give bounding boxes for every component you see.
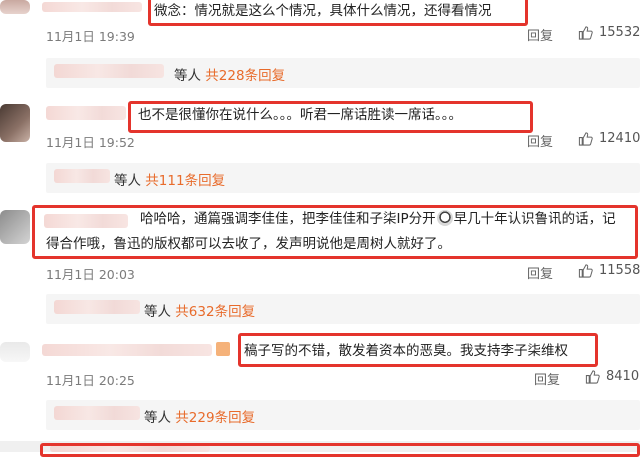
like-button[interactable]: 11558 [578, 263, 640, 278]
like-count: 8410 [606, 369, 640, 384]
comment-time: 11月1日 19:39 [46, 29, 135, 44]
reply-button[interactable]: 回复 [527, 131, 553, 150]
reply-count-link[interactable]: 共632条回复 [175, 304, 255, 320]
like-button[interactable]: 12410 [578, 131, 640, 146]
sub-reply-prefix: 等人 [174, 68, 206, 84]
sub-reply-prefix: 等人 [144, 304, 176, 320]
like-button[interactable]: 15532 [578, 25, 640, 40]
like-count: 12410 [599, 131, 640, 146]
avatar[interactable] [0, 210, 30, 244]
sub-reply-summary[interactable]: 等人 共632条回复 [144, 300, 255, 320]
thumbs-up-icon [578, 26, 593, 40]
highlight-box [32, 205, 638, 259]
sub-reply-summary[interactable]: 等人 共228条回复 [174, 64, 285, 84]
username-blurred[interactable] [42, 344, 212, 356]
highlight-box [40, 443, 640, 457]
thumbs-up-icon [578, 264, 593, 278]
comment-time: 11月1日 20:03 [46, 267, 135, 282]
reply-button[interactable]: 回复 [527, 25, 553, 44]
avatar[interactable] [0, 104, 30, 142]
username-blurred[interactable] [46, 106, 126, 120]
like-count: 15532 [599, 25, 640, 40]
reply-button[interactable]: 回复 [534, 369, 560, 388]
avatar[interactable] [0, 342, 30, 362]
like-count: 11558 [599, 263, 640, 278]
thumbs-up-icon [578, 132, 593, 146]
reply-count-link[interactable]: 共111条回复 [145, 173, 225, 189]
username-blurred[interactable] [54, 406, 140, 420]
sub-reply-summary[interactable]: 等人 共229条回复 [144, 406, 255, 426]
reply-count-link[interactable]: 共229条回复 [175, 410, 255, 426]
like-button[interactable]: 8410 [585, 369, 639, 384]
sub-reply-summary[interactable]: 等人 共111条回复 [114, 169, 225, 189]
comment-time: 11月1日 19:52 [46, 135, 135, 150]
avatar[interactable] [0, 0, 30, 14]
highlight-box [238, 333, 598, 367]
comment-time: 11月1日 20:25 [46, 373, 135, 388]
highlight-box [148, 0, 528, 26]
reply-count-link[interactable]: 共228条回复 [205, 68, 285, 84]
username-blurred[interactable] [54, 300, 140, 314]
sub-reply-prefix: 等人 [114, 173, 146, 189]
sub-reply-prefix: 等人 [144, 410, 176, 426]
thumbs-up-icon [585, 370, 600, 384]
username-blurred[interactable] [42, 2, 142, 12]
username-blurred[interactable] [54, 64, 164, 78]
user-badge-icon [216, 342, 230, 356]
reply-button[interactable]: 回复 [527, 263, 553, 282]
username-blurred[interactable] [54, 169, 110, 183]
highlight-box [128, 101, 533, 133]
